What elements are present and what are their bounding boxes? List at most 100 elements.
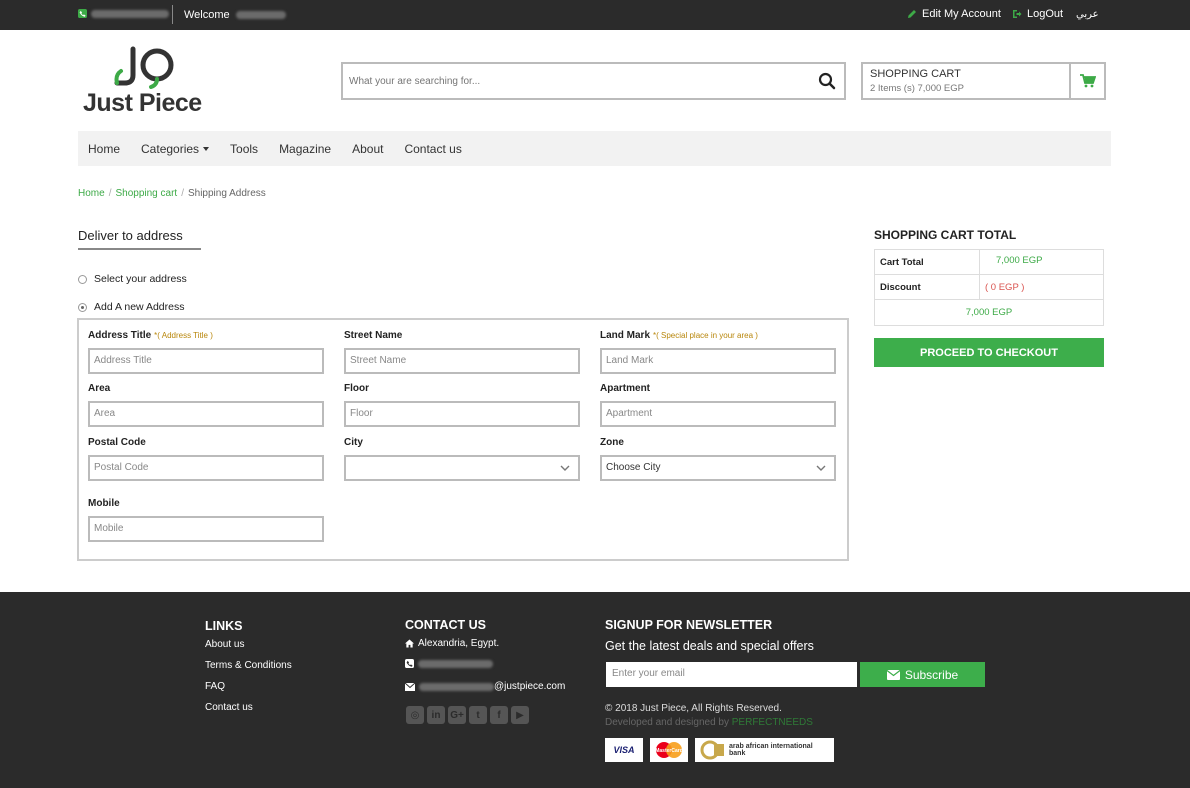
mastercard-text: MasterCard: [655, 748, 683, 754]
postal-code-input[interactable]: Postal Code: [88, 455, 324, 481]
instagram-icon[interactable]: ◎: [406, 706, 424, 724]
area-input[interactable]: Area: [88, 401, 324, 427]
username-redacted: [235, 11, 286, 19]
visa-logo: VISA: [605, 738, 643, 762]
field-mobile: Mobile Mobile: [88, 498, 324, 542]
google-plus-icon[interactable]: G+: [448, 706, 466, 724]
label-text: Address Title: [88, 330, 152, 341]
breadcrumb-home[interactable]: Home: [78, 188, 105, 199]
brand-logo[interactable]: Just Piece: [83, 45, 213, 117]
developer-link[interactable]: PERFECTNEEDS: [732, 717, 813, 728]
label-text: Postal Code: [88, 437, 146, 448]
breadcrumb-cart[interactable]: Shopping cart: [115, 188, 177, 199]
cart-button[interactable]: [1069, 64, 1104, 98]
linkedin-icon[interactable]: in: [427, 706, 445, 724]
label-text: Area: [88, 383, 111, 394]
discount-value: ( 0 EGP ): [985, 282, 1025, 293]
shopping-cart-icon: [1079, 74, 1096, 88]
subscribe-label: Subscribe: [904, 667, 959, 682]
footer-links-title: LINKS: [205, 619, 243, 633]
field-apartment: Apartment Apartment: [600, 383, 836, 427]
newsletter-subtitle: Get the latest deals and special offers: [605, 639, 814, 653]
radio-button-checked[interactable]: [78, 302, 87, 312]
phone-number-redacted: [418, 659, 493, 668]
mobile-input[interactable]: Mobile: [88, 516, 324, 542]
chevron-down-icon: [560, 465, 570, 471]
cart-total-label: Cart Total: [875, 250, 980, 274]
twitter-icon[interactable]: t: [469, 706, 487, 724]
logout-link[interactable]: LogOut: [1012, 8, 1063, 20]
label-text: City: [344, 437, 363, 448]
breadcrumb-separator: /: [108, 188, 112, 199]
label: Land Mark *( Special place in your area ): [600, 330, 836, 343]
footer-link-about[interactable]: About us: [205, 639, 244, 650]
apartment-input[interactable]: Apartment: [600, 401, 836, 427]
footer-contact-title: CONTACT US: [405, 618, 487, 632]
field-address-title: Address Title *( Address Title ) Address …: [88, 330, 324, 374]
contact-email: @justpiece.com: [405, 681, 565, 692]
phone-number-redacted: [91, 9, 169, 18]
title-underline: [78, 248, 201, 250]
subscribe-button[interactable]: Subscribe: [860, 662, 985, 687]
envelope-icon: [405, 682, 415, 691]
breadcrumb-current: Shipping Address: [187, 188, 266, 199]
envelope-icon: [886, 669, 900, 680]
footer-link-terms[interactable]: Terms & Conditions: [205, 660, 292, 671]
contact-phone: [405, 659, 493, 668]
edit-account-link[interactable]: Edit My Account: [907, 8, 1001, 20]
radio-button[interactable]: [78, 274, 87, 284]
field-city: City: [344, 437, 580, 481]
address-form: Address Title *( Address Title ) Address …: [77, 318, 849, 561]
address-title-input[interactable]: Address Title: [88, 348, 324, 374]
radio-select-address[interactable]: Select your address: [78, 273, 187, 285]
mini-cart[interactable]: SHOPPING CART 2 Items (s) 7,000 EGP: [861, 62, 1106, 100]
field-zone: Zone Choose City: [600, 437, 836, 481]
cart-title: SHOPPING CART: [870, 68, 961, 80]
phone-icon: [78, 9, 87, 18]
footer-link-faq[interactable]: FAQ: [205, 681, 225, 692]
facebook-icon[interactable]: f: [490, 706, 508, 724]
language-toggle[interactable]: عربي: [1076, 9, 1099, 20]
table-row: Cart Total 7,000 EGP: [875, 250, 1103, 275]
nav-item-magazine[interactable]: Magazine: [279, 142, 331, 156]
field-floor: Floor Floor: [344, 383, 580, 427]
home-icon: [405, 639, 414, 648]
radio-label: Add A new Address: [94, 301, 185, 313]
label-text: Land Mark: [600, 330, 651, 341]
youtube-icon[interactable]: ▶: [511, 706, 529, 724]
logout-icon: [1013, 10, 1022, 18]
nav-item-home[interactable]: Home: [88, 142, 120, 156]
search-input[interactable]: [349, 72, 809, 90]
label-text: Zone: [600, 437, 624, 448]
radio-label: Select your address: [94, 273, 187, 285]
label-text: Apartment: [600, 383, 651, 394]
nav-item-about[interactable]: About: [352, 142, 383, 156]
phone-icon: [405, 659, 414, 668]
footer-link-contact[interactable]: Contact us: [205, 702, 253, 713]
pencil-icon: [908, 10, 916, 18]
proceed-to-checkout-button[interactable]: PROCEED TO CHECKOUT: [874, 338, 1104, 367]
newsletter-email-input[interactable]: Enter your email: [606, 662, 857, 687]
nav-item-tools[interactable]: Tools: [230, 142, 258, 156]
label-text: Floor: [344, 383, 369, 394]
landmark-input[interactable]: Land Mark: [600, 348, 836, 374]
phone-contact: [78, 9, 169, 18]
zone-select[interactable]: Choose City: [600, 455, 836, 481]
developed-text: Developed and designed by: [605, 717, 729, 728]
street-name-input[interactable]: Street Name: [344, 348, 580, 374]
city-select[interactable]: [344, 455, 580, 481]
logout-label: LogOut: [1027, 8, 1064, 20]
nav-item-contact[interactable]: Contact us: [404, 142, 461, 156]
nav-item-categories[interactable]: Categories: [141, 141, 210, 156]
developer-credit: Developed and designed by PERFECTNEEDS: [605, 717, 813, 728]
mastercard-logo: MasterCard: [650, 738, 688, 762]
nav-item-categories-label: Categories: [141, 141, 200, 156]
search-bar: [341, 62, 846, 100]
cart-summary: 2 Items (s) 7,000 EGP: [870, 83, 964, 94]
welcome-label: Welcome: [184, 9, 230, 21]
floor-input[interactable]: Floor: [344, 401, 580, 427]
zone-value: Choose City: [606, 462, 661, 473]
aaib-logo: arab african international bank: [695, 738, 834, 762]
radio-new-address[interactable]: Add A new Address: [78, 301, 184, 313]
search-icon[interactable]: [818, 72, 836, 90]
